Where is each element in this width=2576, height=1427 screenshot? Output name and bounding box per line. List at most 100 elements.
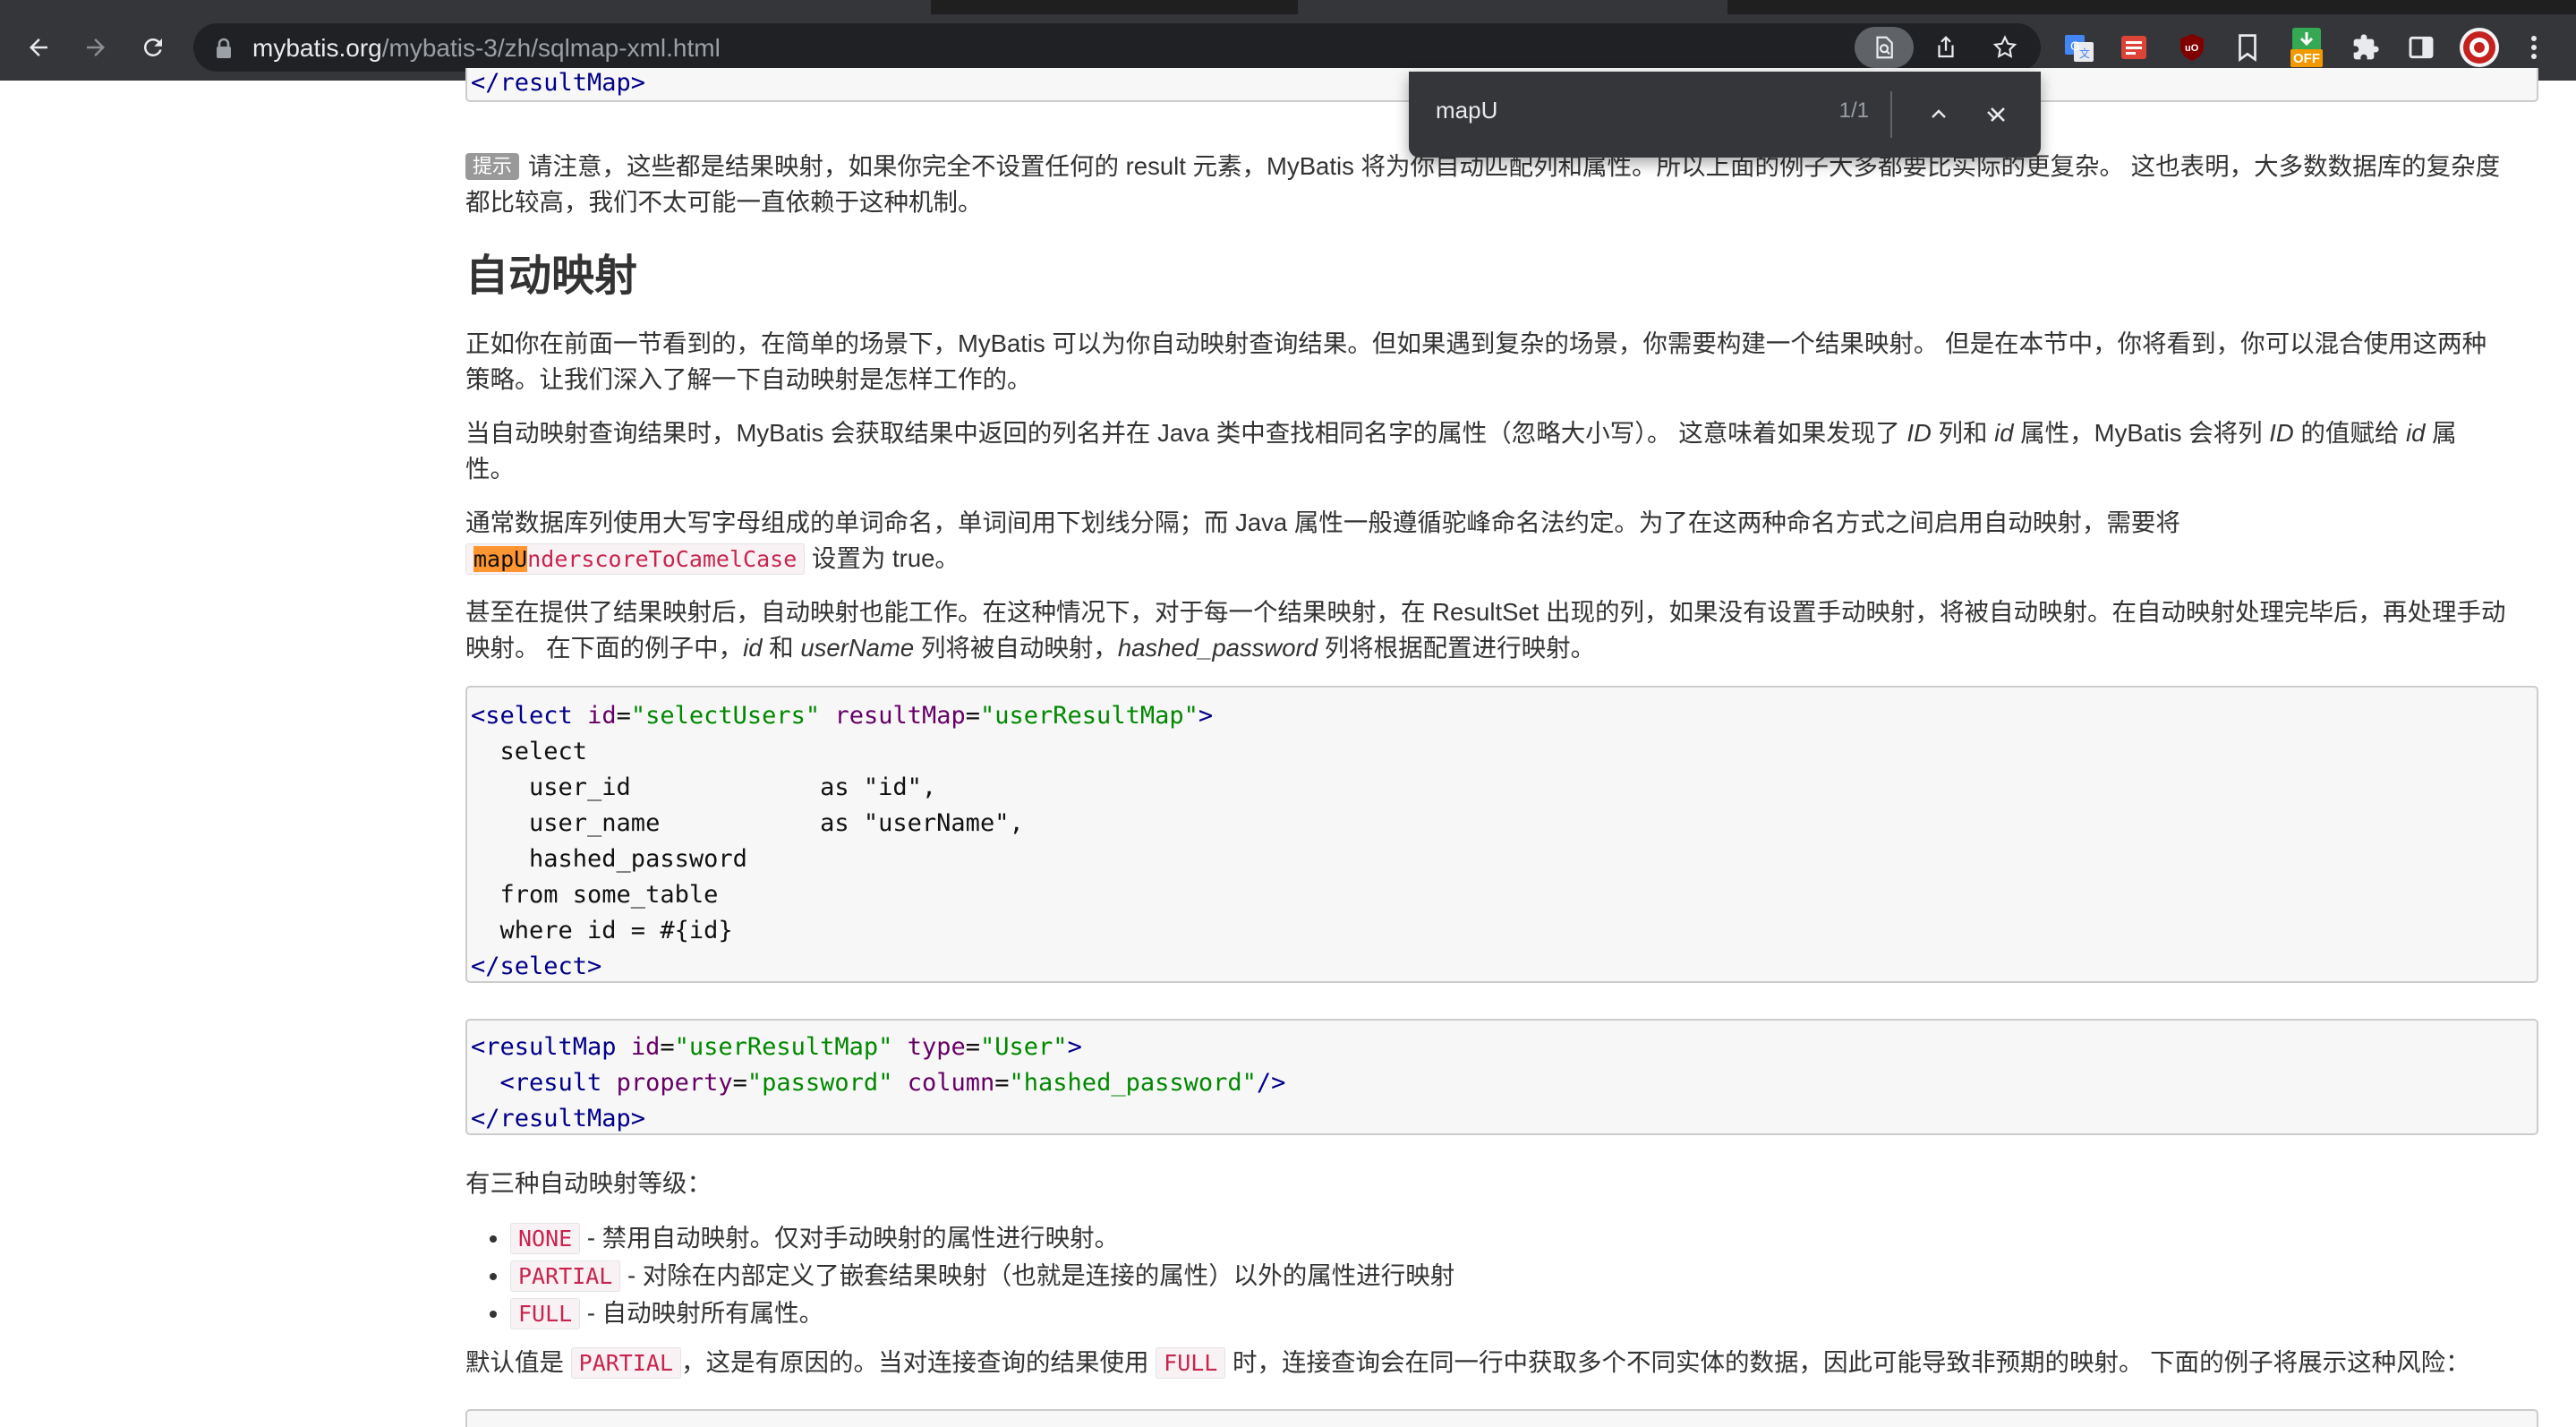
text-run: 和 (762, 634, 801, 662)
text-run: 设置为 true。 (805, 544, 960, 572)
text-run: ，这是有原因的。当对连接查询的结果使用 (681, 1348, 1156, 1376)
share-button[interactable] (1919, 27, 1973, 68)
emphasis: id (743, 634, 763, 662)
side-panel-icon (2409, 36, 2434, 59)
find-previous-button[interactable] (2374, 95, 2413, 134)
tip-text-line: 都比较高，我们不太可能一直依赖于这种机制。 (465, 188, 983, 216)
text-run: 属性，MyBatis 会将列 (2013, 419, 2270, 447)
paragraph: 有三种自动映射等级： (465, 1166, 2538, 1201)
star-icon (1992, 35, 2017, 58)
find-highlight: mapU (473, 546, 528, 572)
code-token: </select> (471, 953, 602, 980)
browser-tab[interactable] (0, 0, 931, 14)
url-text[interactable]: mybatis.org/mybatis-3/zh/sqlmap-xml.html (252, 34, 721, 63)
bookmark-button[interactable] (2229, 29, 2266, 66)
inline-code: FULL (510, 1298, 581, 1329)
paragraph-line: 有三种自动映射等级： (465, 1169, 712, 1197)
inline-code: NONE (510, 1223, 581, 1254)
url-path: /mybatis-3/zh/sqlmap-xml.html (381, 34, 721, 62)
reload-button[interactable] (132, 27, 174, 68)
paragraph: 甚至在提供了结果映射后，自动映射也能工作。在这种情况下，对于每一个结果映射，在 … (465, 594, 2538, 666)
off-extension[interactable]: OFF (2288, 25, 2325, 70)
paragraph-line: 性。 (465, 455, 515, 483)
paragraph-line: 甚至在提供了结果映射后，自动映射也能工作。在这种情况下，对于每一个结果映射，在 … (465, 598, 2506, 626)
code-text: nderscoreToCamelCase (527, 546, 798, 572)
translate-icon: G 文 (2065, 35, 2094, 62)
find-previous-button[interactable] (1919, 95, 1958, 134)
inline-code-option: mapUnderscoreToCamelCase (465, 543, 806, 575)
code-block-resultmap[interactable]: <resultMap id="userResultMap" type="User… (465, 1019, 2538, 1135)
puzzle-icon (2353, 34, 2379, 60)
menu-button[interactable] (2521, 29, 2547, 66)
list-item-text: - 自动映射所有属性。 (580, 1299, 824, 1327)
translate-extension[interactable]: G 文 (2060, 29, 2098, 66)
code-token: "hashed_password" (1009, 1069, 1257, 1097)
find-input[interactable]: mapU (1436, 97, 1497, 124)
code-block-select[interactable]: <select id="selectUsers" resultMap="user… (465, 686, 2538, 983)
code-token: "userResultMap" (980, 702, 1198, 730)
avatar-icon (2460, 28, 2499, 67)
tip-paragraph: 提示 请注意，这些都是结果映射，如果你完全不设置任何的 result 元素，MyB… (465, 149, 2538, 220)
emphasis: userName (800, 634, 915, 662)
text-run: 列和 (1931, 419, 1995, 447)
emphasis: id (2406, 419, 2426, 447)
ublock-shield-icon: uO (2180, 34, 2204, 61)
ublock-extension[interactable]: uO (2173, 29, 2211, 66)
tip-badge: 提示 (465, 153, 520, 180)
list-item: FULL - 自动映射所有属性。 (510, 1295, 1454, 1332)
emphasis: id (1994, 419, 2014, 447)
list-item-text: - 对除在内部定义了嵌套结果映射（也就是连接的属性）以外的属性进行映射 (620, 1261, 1455, 1289)
emphasis: hashed_password (1117, 634, 1318, 662)
bookmark-star-button[interactable] (1978, 27, 2032, 68)
code-token: property (616, 1069, 733, 1097)
code-line: select (471, 738, 588, 765)
forward-button[interactable] (75, 27, 116, 68)
lock-icon[interactable] (215, 38, 233, 59)
profile-avatar[interactable] (2458, 26, 2501, 69)
code-token: <result (499, 1069, 602, 1097)
mapping-levels-list: NONE - 禁用自动映射。仅对手动映射的属性进行映射。 PARTIAL - 对… (465, 1219, 1454, 1332)
paragraph: 默认值是 PARTIAL ，这是有原因的。当对连接查询的结果使用 FULL 时，连… (465, 1345, 2538, 1380)
paragraph: 当自动映射查询结果时，MyBatis 会获取结果中返回的列名并在 Java 类中… (465, 415, 2538, 487)
code-token: id (630, 1033, 661, 1061)
tab-strip (0, 0, 2576, 14)
code-line: user_id as "id", (471, 773, 937, 801)
text-run: 的值赋给 (2293, 419, 2407, 447)
inline-code: FULL (1156, 1347, 1226, 1379)
code-token: column (907, 1069, 995, 1097)
code-line: hashed_password (471, 845, 747, 873)
code-token: type (907, 1033, 966, 1061)
inline-code: PARTIAL (570, 1347, 681, 1379)
find-close-button[interactable] (1978, 95, 2017, 134)
browser-tab[interactable] (1298, 0, 1727, 14)
next-code-block (465, 1409, 2538, 1427)
back-button[interactable] (18, 27, 59, 68)
text-run: 当自动映射查询结果时，MyBatis 会获取结果中返回的列名并在 Java 类中… (465, 419, 1907, 447)
arrow-right-icon (87, 38, 105, 56)
extensions-button[interactable] (2347, 29, 2384, 66)
chevron-up-icon (1932, 109, 1946, 118)
share-icon (1938, 36, 1954, 58)
find-in-page-icon (1876, 36, 1893, 59)
bookmark-icon (2239, 34, 2256, 62)
emphasis: ID (1906, 419, 1932, 447)
list-item: NONE - 禁用自动映射。仅对手动映射的属性进行映射。 (510, 1219, 1454, 1257)
emphasis: ID (2269, 419, 2294, 447)
code-token: > (1067, 1033, 1082, 1061)
svg-text:uO: uO (2185, 43, 2199, 54)
notes-extension[interactable] (2116, 29, 2154, 66)
paragraph: 通常数据库列使用大写字母组成的单词命名，单词间用下划线分隔；而 Java 属性一… (465, 505, 2538, 577)
paragraph-line: 正如你在前面一节看到的，在简单的场景下，MyBatis 可以为你自动映射查询结果… (465, 329, 2487, 357)
address-bar[interactable]: mybatis.org/mybatis-3/zh/sqlmap-xml.html (193, 23, 2041, 72)
code-token: > (1198, 702, 1214, 730)
text-run: 映射。 在下面的例子中， (465, 634, 744, 662)
side-panel-button[interactable] (2402, 29, 2440, 66)
paragraph: 正如你在前面一节看到的，在简单的场景下，MyBatis 可以为你自动映射查询结果… (465, 326, 2538, 397)
code-token: /> (1256, 1069, 1286, 1097)
list-item-text: - 禁用自动映射。仅对手动映射的属性进行映射。 (580, 1224, 1120, 1252)
paragraph-line: 策略。让我们深入了解一下自动映射是怎样工作的。 (465, 365, 1032, 393)
download-off-icon: OFF (2290, 28, 2323, 67)
code-token: <resultMap (471, 1033, 617, 1061)
code-token: "userResultMap" (674, 1033, 893, 1061)
find-in-page-button[interactable] (1855, 27, 1914, 68)
